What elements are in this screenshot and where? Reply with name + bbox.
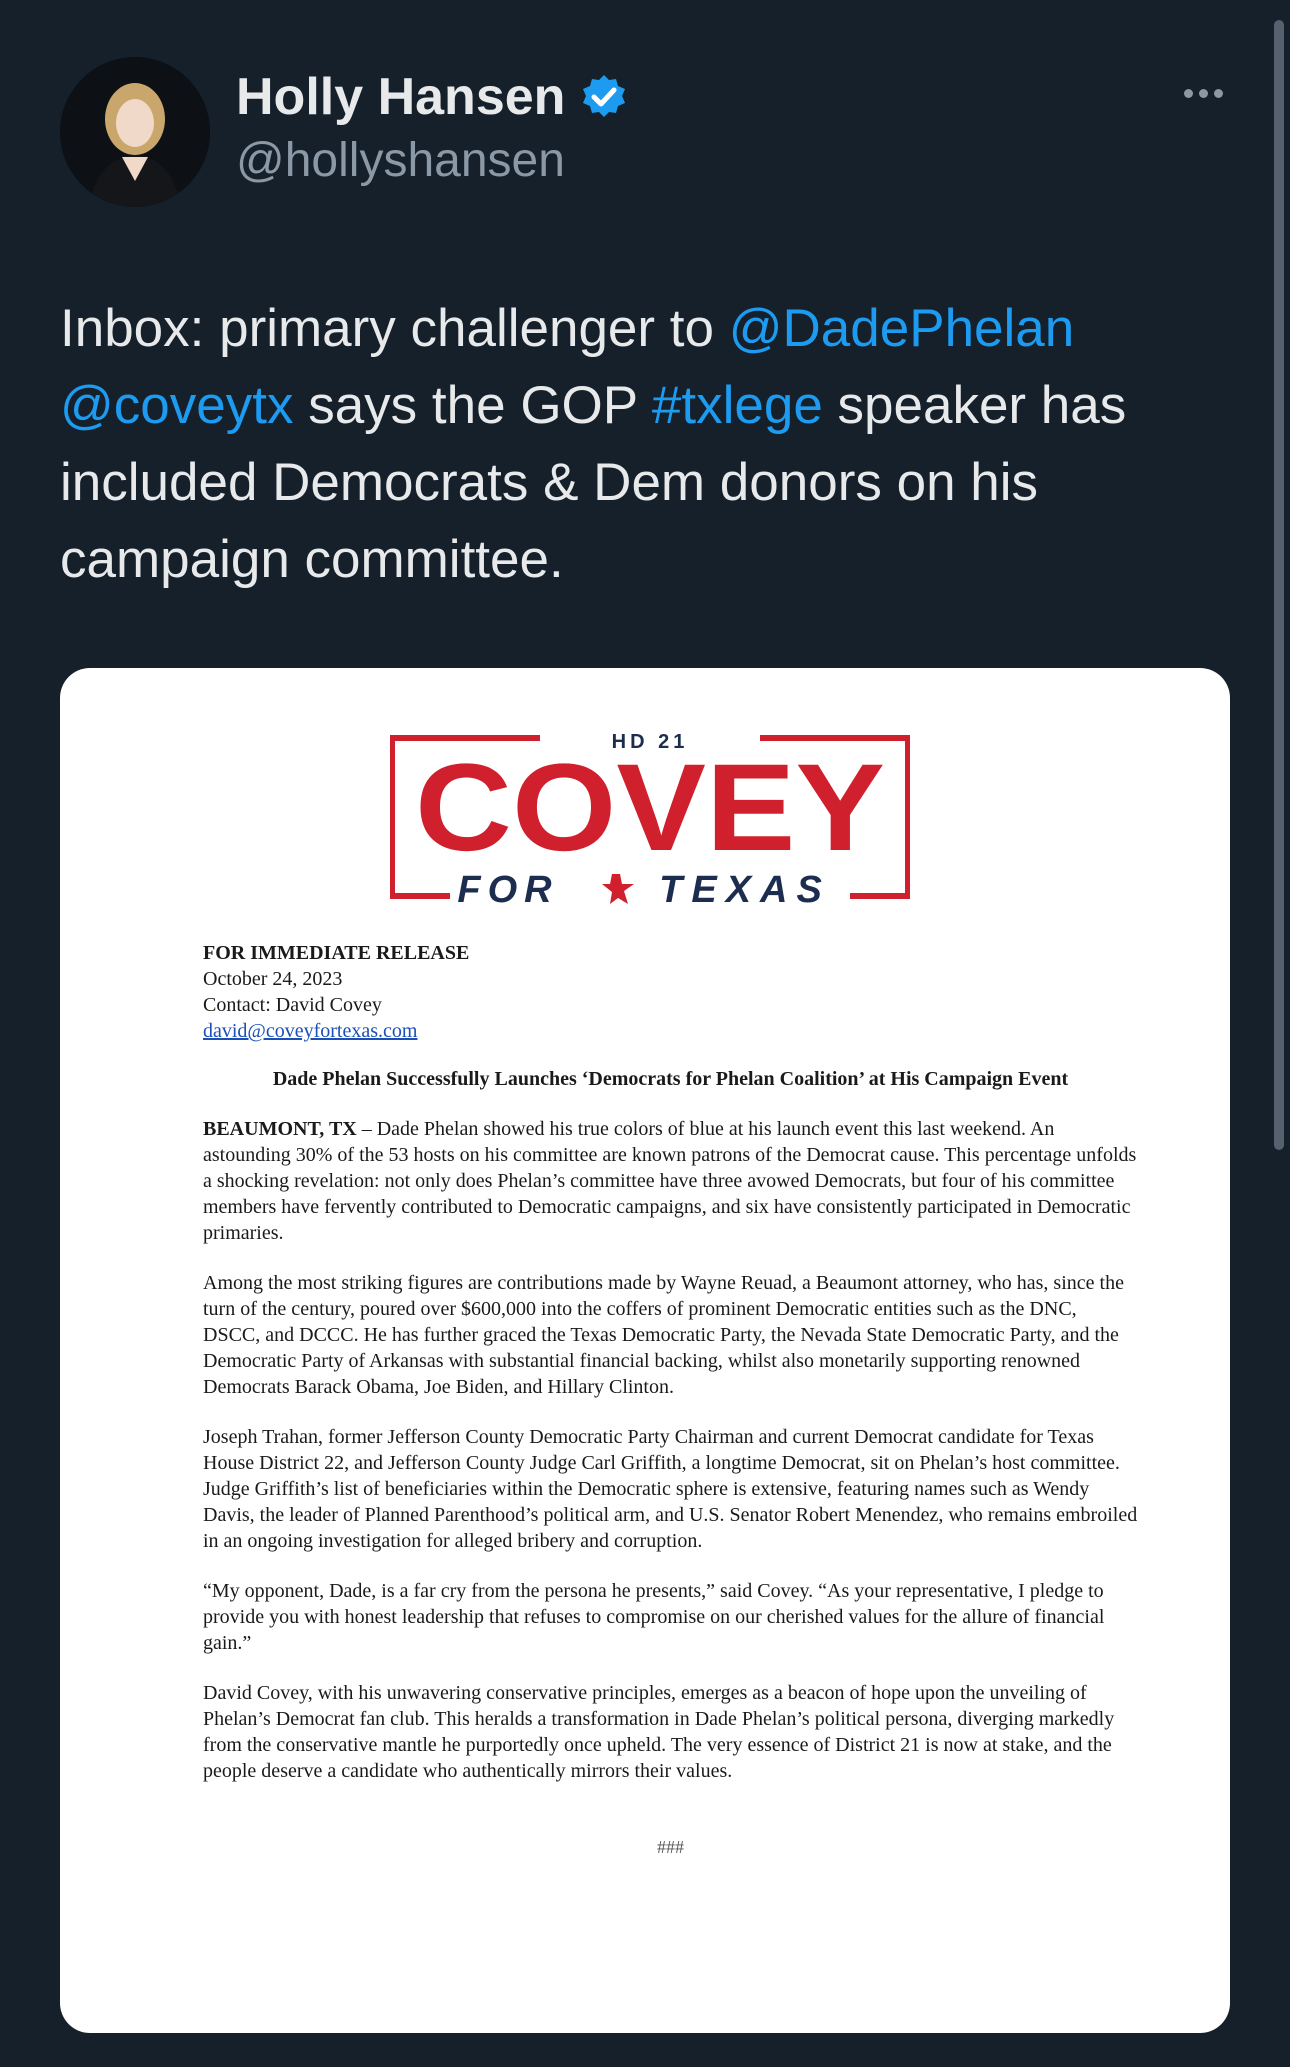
mention-coveytx[interactable]: @coveytx <box>60 376 293 435</box>
hashtag-txlege[interactable]: #txlege <box>652 376 823 435</box>
tweet-header: Holly Hansen @hollyshansen <box>60 57 1230 207</box>
end-mark: ### <box>657 1837 684 1857</box>
tweet-segment: Inbox: primary challenger to <box>60 299 729 358</box>
logo-texas: TEXAS <box>659 869 831 908</box>
paragraph-2: Among the most striking figures are cont… <box>203 1272 1124 1398</box>
logo-for: FOR <box>457 869 558 908</box>
scrollbar[interactable] <box>1274 20 1284 1150</box>
more-icon[interactable] <box>1184 85 1230 105</box>
mention-dadephelan[interactable]: @DadePhelan <box>729 299 1075 358</box>
paragraph-4: “My opponent, Dade, is a far cry from th… <box>203 1580 1105 1654</box>
paragraph-5: David Covey, with his unwavering conserv… <box>203 1682 1115 1782</box>
tweet-segment: says the GOP <box>293 376 652 435</box>
verified-badge-icon <box>582 75 625 117</box>
covey-for-texas-logo: HD 21 COVEY FOR TEXAS <box>390 731 910 908</box>
avatar-photo-icon <box>60 57 210 207</box>
paragraph-1: BEAUMONT, TX – Dade Phelan showed his tr… <box>203 1116 1138 1246</box>
dateline: BEAUMONT, TX <box>203 1118 357 1140</box>
release-contact: Contact: David Covey <box>203 994 382 1016</box>
logo-name: COVEY <box>415 739 885 877</box>
paragraph-3: Joseph Trahan, former Jefferson County D… <box>203 1426 1138 1552</box>
attached-image[interactable]: HD 21 COVEY FOR TEXAS FOR IMMEDIATE RELE… <box>60 668 1230 2033</box>
user-handle[interactable]: @hollyshansen <box>236 133 628 188</box>
release-headline: Dade Phelan Successfully Launches ‘Democ… <box>272 1068 1069 1090</box>
contact-email-link[interactable]: david@coveyfortexas.com <box>203 1018 1138 1044</box>
press-release: FOR IMMEDIATE RELEASE October 24, 2023 C… <box>203 940 1138 1860</box>
display-name[interactable]: Holly Hansen <box>236 67 565 127</box>
more-dot <box>1214 89 1223 98</box>
tweet-text: Inbox: primary challenger to @DadePhelan… <box>60 290 1230 598</box>
more-dot <box>1199 89 1208 98</box>
more-dot <box>1184 89 1193 98</box>
release-date: October 24, 2023 <box>203 968 343 990</box>
author-names: Holly Hansen @hollyshansen <box>236 67 628 188</box>
avatar[interactable] <box>60 57 210 207</box>
texas-star-icon <box>602 874 634 904</box>
release-label: FOR IMMEDIATE RELEASE <box>203 942 470 964</box>
